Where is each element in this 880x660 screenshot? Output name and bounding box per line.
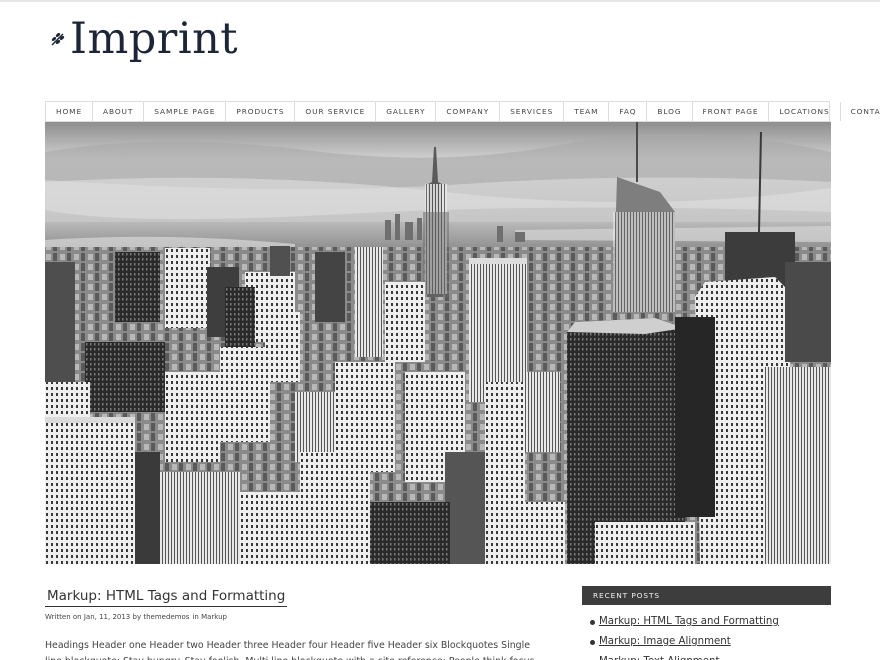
- recent-posts-list: Markup: HTML Tags and Formatting Markup:…: [590, 612, 830, 660]
- post-category-link[interactable]: Markup: [201, 613, 227, 621]
- bullet-icon: [590, 639, 595, 645]
- nav-item-team[interactable]: TEAM: [564, 102, 610, 121]
- recent-post-link[interactable]: Markup: HTML Tags and Formatting: [599, 612, 779, 632]
- post-meta: Written on Jan, 11, 2013 by themedemos in…: [45, 613, 227, 621]
- hero-image: [45, 122, 831, 564]
- nav-item-services[interactable]: SERVICES: [500, 102, 565, 121]
- site-branding[interactable]: Imprint: [48, 14, 238, 64]
- nav-item-gallery[interactable]: GALLERY: [376, 102, 437, 121]
- post-meta-in: in: [192, 613, 199, 621]
- city-skyline-photo: [45, 122, 831, 564]
- list-item: Markup: HTML Tags and Formatting: [590, 612, 830, 632]
- site-title[interactable]: Imprint: [70, 14, 238, 64]
- top-border: [0, 0, 880, 2]
- nav-item-blog[interactable]: BLOG: [647, 102, 693, 121]
- leaf-sprig-icon: [51, 32, 65, 46]
- nav-item-about[interactable]: ABOUT: [93, 102, 145, 121]
- nav-item-our-service[interactable]: OUR SERVICE: [295, 102, 377, 121]
- post-date-link[interactable]: Jan, 11, 2013: [84, 613, 130, 621]
- bullet-icon: [590, 619, 595, 625]
- main-navigation: HOME ABOUT SAMPLE PAGE PRODUCTS OUR SERV…: [45, 101, 880, 122]
- nav-item-front-page[interactable]: FRONT PAGE: [693, 102, 770, 121]
- list-item: Markup: Text Alignment: [590, 652, 830, 660]
- nav-item-company[interactable]: COMPANY: [436, 102, 501, 121]
- post-meta-by: by: [132, 613, 142, 621]
- nav-item-sample-page[interactable]: SAMPLE PAGE: [144, 102, 227, 121]
- recent-post-link[interactable]: Markup: Text Alignment: [599, 652, 719, 660]
- nav-item-faq[interactable]: FAQ: [609, 102, 648, 121]
- recent-posts-heading: RECENT POSTS: [582, 586, 831, 605]
- recent-post-link[interactable]: Markup: Image Alignment: [599, 632, 731, 652]
- nav-item-products[interactable]: PRODUCTS: [226, 102, 296, 121]
- post-excerpt: Headings Header one Header two Header th…: [45, 640, 534, 660]
- nav-item-home[interactable]: HOME: [46, 102, 94, 121]
- post-author-link[interactable]: themedemos: [143, 613, 189, 621]
- list-item: Markup: Image Alignment: [590, 632, 830, 652]
- nav-item-locations[interactable]: LOCATIONS: [769, 102, 841, 121]
- nav-item-contact[interactable]: CONTACT: [841, 102, 880, 121]
- post-title[interactable]: Markup: HTML Tags and Formatting: [45, 588, 288, 607]
- post-meta-prefix: Written on: [45, 613, 82, 621]
